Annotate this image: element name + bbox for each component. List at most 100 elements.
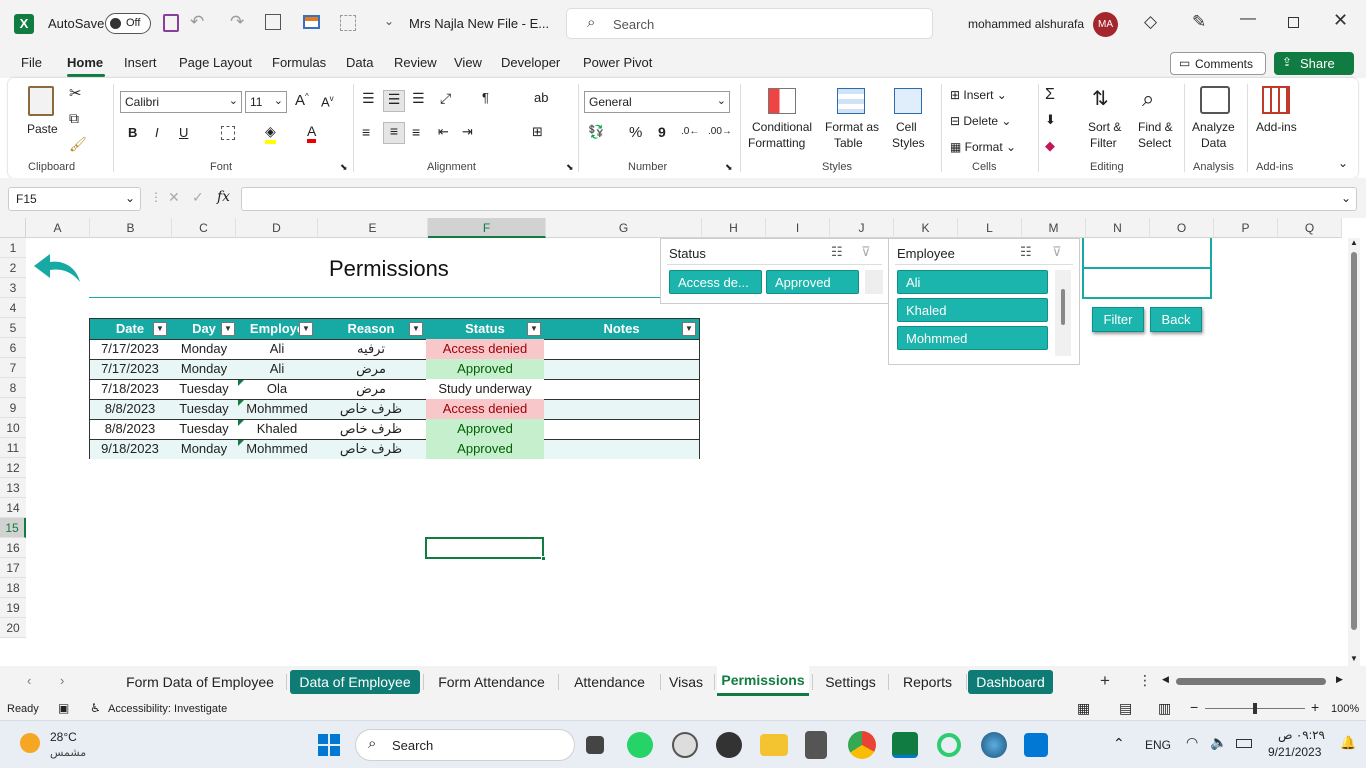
cell-notes[interactable] (544, 339, 699, 359)
fill-handle[interactable] (541, 556, 546, 561)
slicer-item[interactable]: Mohmmed (897, 326, 1048, 350)
row-header-14[interactable]: 14 (0, 498, 26, 518)
scroll-left-icon[interactable]: ◀ (1162, 674, 1169, 685)
borders-icon[interactable] (221, 126, 235, 140)
close-icon[interactable]: ✕ (1333, 10, 1348, 31)
cell-day[interactable]: Tuesday (170, 399, 238, 419)
language-indicator[interactable]: ENG (1145, 738, 1171, 752)
orientation-icon[interactable]: ⤢ (440, 90, 451, 107)
align-left-icon[interactable]: ≡ (362, 124, 370, 140)
align-right-icon[interactable]: ≡ (412, 124, 420, 140)
cell-date[interactable]: 7/17/2023 (90, 359, 170, 379)
customize-toolbar-icon[interactable]: ⌄ (384, 14, 394, 28)
comma-button[interactable]: 9 (658, 124, 666, 140)
zoom-in-icon[interactable]: + (1311, 699, 1319, 715)
select-all-corner[interactable] (0, 218, 26, 238)
menu-page-layout[interactable]: Page Layout (179, 55, 252, 70)
page-break-view-icon[interactable]: ▥ (1158, 700, 1171, 717)
slicer-item[interactable]: Ali (897, 270, 1048, 294)
align-bottom-icon[interactable]: ☰ (412, 90, 425, 107)
conditional-formatting-button[interactable]: Conditional Formatting (748, 86, 818, 156)
underline-button[interactable]: U (179, 125, 188, 140)
pen-icon[interactable]: ✎ (1192, 12, 1206, 32)
cell-status[interactable]: Approved (426, 359, 544, 379)
decrease-font-icon[interactable]: Av (321, 94, 334, 109)
zoom-out-icon[interactable]: − (1190, 699, 1198, 715)
row-header-8[interactable]: 8 (0, 378, 26, 398)
filter-dropdown-icon[interactable]: ▼ (527, 322, 541, 336)
cell-day[interactable]: Monday (170, 359, 238, 379)
increase-indent-icon[interactable]: ⇥ (462, 124, 473, 140)
cell-date[interactable]: 9/18/2023 (90, 439, 170, 459)
column-header-q[interactable]: Q (1278, 218, 1342, 238)
show-hidden-icon[interactable]: ⌃ (1113, 735, 1125, 752)
increase-decimal-icon[interactable]: .0← (681, 126, 699, 137)
tab-data-of-employee[interactable]: Data of Employee (290, 670, 420, 694)
row-header-12[interactable]: 12 (0, 458, 26, 478)
autosum-icon[interactable]: Σ (1045, 86, 1055, 104)
delete-cells-button[interactable]: ⊟ Delete ⌄ (950, 114, 1011, 128)
volume-icon[interactable]: 🔈 (1210, 734, 1227, 751)
tab-visas[interactable]: Visas (661, 670, 711, 694)
cell-date[interactable]: 8/8/2023 (90, 419, 170, 439)
cut-icon[interactable]: ✂ (69, 84, 82, 102)
column-header-m[interactable]: M (1022, 218, 1086, 238)
column-header-e[interactable]: E (318, 218, 428, 238)
multi-select-icon[interactable]: ☷ (1020, 244, 1032, 260)
format-as-table-button[interactable]: Format as Table (821, 86, 881, 156)
table-icon[interactable] (303, 15, 320, 29)
format-cells-button[interactable]: ▦ Format ⌄ (950, 140, 1016, 154)
cell-day[interactable]: Tuesday (170, 419, 238, 439)
align-center-icon[interactable]: ≡ (383, 122, 405, 144)
confirm-entry-icon[interactable]: ✓ (192, 189, 204, 206)
scroll-right-icon[interactable]: ▶ (1336, 674, 1343, 685)
increase-font-icon[interactable]: A^ (295, 92, 309, 109)
comments-button[interactable]: ▭ Comments (1170, 52, 1266, 75)
cell-notes[interactable] (544, 399, 699, 419)
cell-employee[interactable]: Ali (238, 339, 316, 359)
cell-employee[interactable]: Khaled (238, 419, 316, 439)
cell-status[interactable]: Access denied (426, 399, 544, 419)
find-select-button[interactable]: ⌕ Find & Select (1136, 86, 1180, 156)
restore-icon[interactable] (1288, 17, 1299, 28)
clock-time[interactable]: ٠٩:٢٩ ص (1278, 728, 1325, 742)
row-header-16[interactable]: 16 (0, 538, 26, 558)
menu-review[interactable]: Review (394, 55, 437, 70)
row-header-10[interactable]: 10 (0, 418, 26, 438)
menu-view[interactable]: View (454, 55, 482, 70)
dialog-launcher-icon[interactable]: ⬊ (566, 162, 574, 173)
column-header-l[interactable]: L (958, 218, 1022, 238)
row-header-1[interactable]: 1 (0, 238, 26, 258)
clock-date[interactable]: 9/21/2023 (1268, 745, 1321, 759)
align-top-icon[interactable]: ☰ (362, 90, 375, 107)
back-arrow-icon[interactable] (32, 248, 84, 284)
font-size-select[interactable]: 11 ⌄ (245, 91, 287, 113)
row-header-6[interactable]: 6 (0, 338, 26, 358)
undo-icon[interactable]: ↶ (190, 12, 204, 32)
cell-day[interactable]: Monday (170, 339, 238, 359)
zoom-slider[interactable] (1205, 703, 1305, 714)
column-header-p[interactable]: P (1214, 218, 1278, 238)
calculator-icon[interactable] (805, 731, 827, 759)
weather-widget[interactable]: 28°C مشمس (16, 727, 116, 763)
row-header-13[interactable]: 13 (0, 478, 26, 498)
name-box[interactable]: F15 ⌄ (8, 187, 141, 211)
scroll-down-icon[interactable]: ▼ (1350, 654, 1358, 663)
number-format-select[interactable]: General ⌄ (584, 91, 730, 113)
column-header-b[interactable]: B (90, 218, 172, 238)
media-app-icon[interactable] (716, 732, 742, 758)
fill-icon[interactable]: ⬇ (1045, 112, 1056, 128)
horizontal-scrollbar[interactable]: ◀ ▶ (1160, 674, 1346, 688)
start-button[interactable] (318, 734, 340, 756)
column-header-a[interactable]: A (26, 218, 90, 238)
filter-dropdown-icon[interactable]: ▼ (299, 322, 313, 336)
save-icon[interactable] (163, 14, 179, 32)
cell-reason[interactable]: ظرف خاص (316, 439, 426, 459)
page-layout-view-icon[interactable]: ▤ (1119, 700, 1132, 717)
cancel-entry-icon[interactable]: ✕ (168, 189, 180, 206)
cell-employee[interactable]: Ali (238, 359, 316, 379)
task-view-icon[interactable] (586, 736, 604, 754)
cell-date[interactable]: 7/18/2023 (90, 379, 170, 399)
cell-notes[interactable] (544, 379, 699, 399)
font-color-icon[interactable]: A (307, 123, 317, 143)
